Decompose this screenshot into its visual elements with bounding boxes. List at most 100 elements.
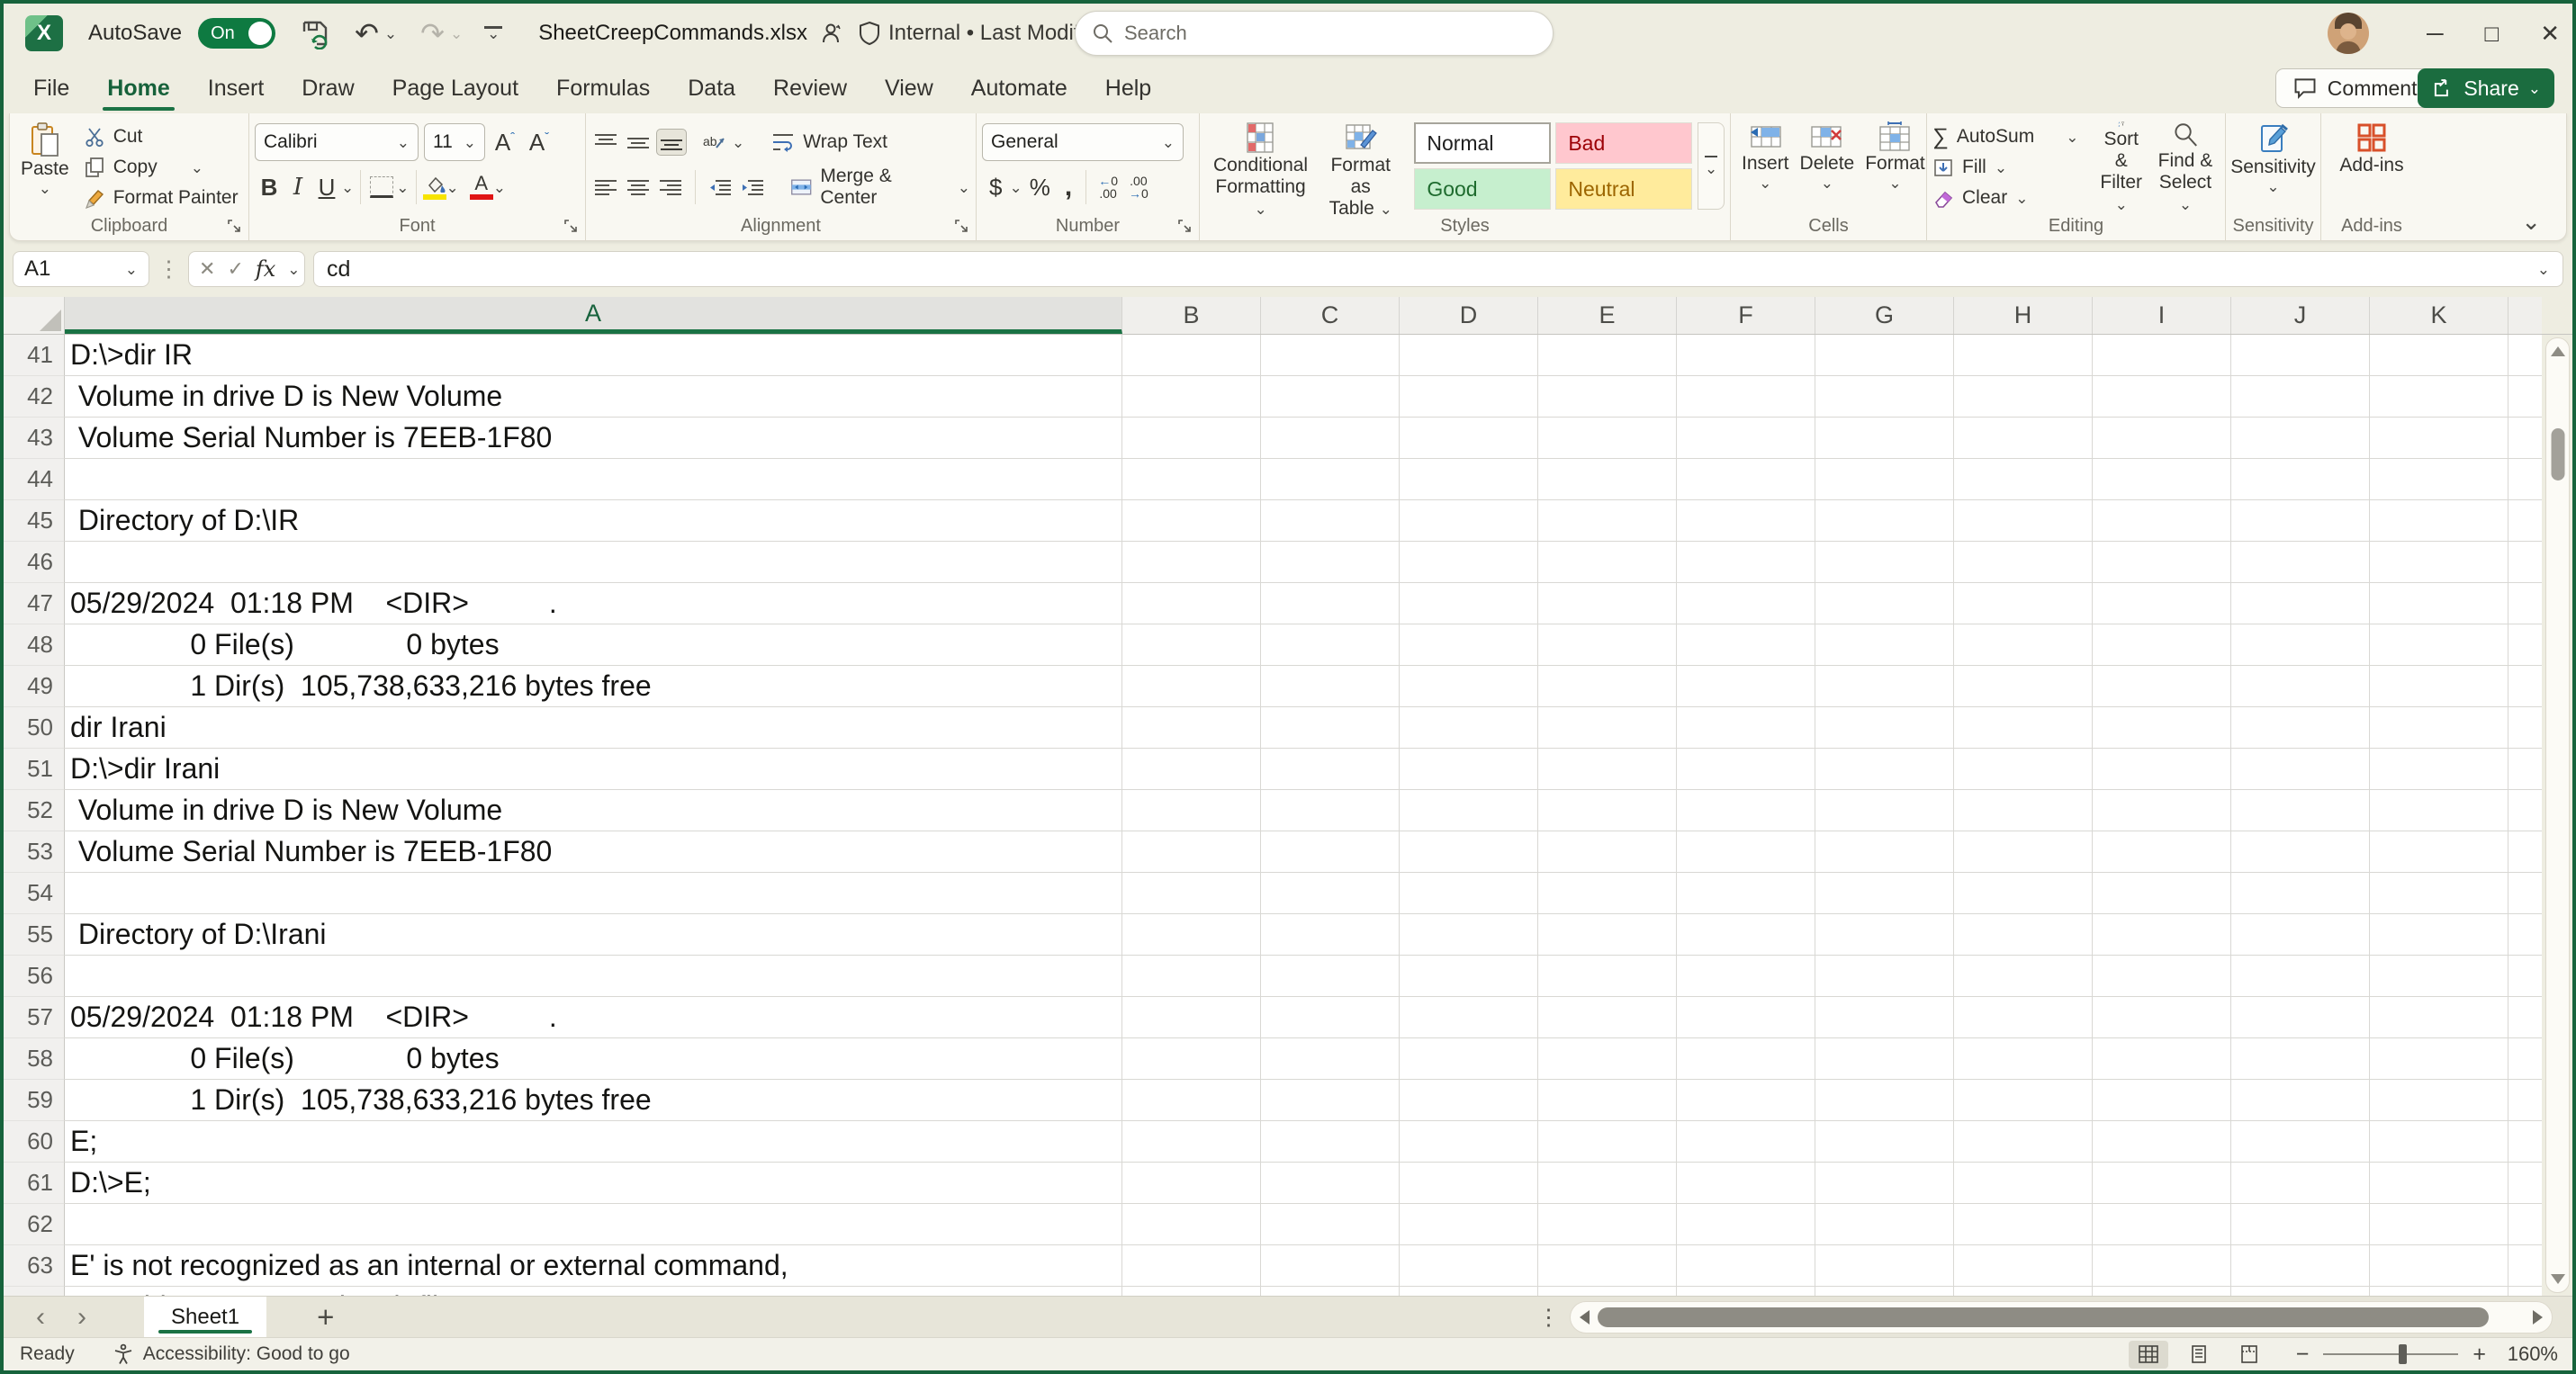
sort-filter-button[interactable]: A Z Sort & Filter ⌄ [2091, 120, 2150, 217]
cell-A64[interactable]: operable program or batch file. [65, 1287, 1122, 1296]
scrollbar-drag-handle[interactable]: ⋮ [1537, 1304, 1560, 1331]
number-dialog-launcher-icon[interactable] [1177, 219, 1193, 234]
align-right-icon[interactable] [656, 175, 685, 200]
zoom-out-icon[interactable]: − [2296, 1343, 2310, 1366]
cells-right-of-A[interactable] [1122, 624, 2542, 666]
next-sheet-icon[interactable]: › [77, 1304, 86, 1331]
row-header-50[interactable]: 50 [4, 707, 65, 749]
cells-right-of-A[interactable] [1122, 376, 2542, 418]
cell-A53[interactable]: Volume Serial Number is 7EEB-1F80 [65, 831, 1122, 873]
underline-button[interactable]: U [312, 174, 341, 202]
cell-A51[interactable]: D:\>dir Irani [65, 749, 1122, 790]
cell-A60[interactable]: E; [65, 1121, 1122, 1163]
cells-right-of-A[interactable] [1122, 459, 2542, 500]
cell-style-normal[interactable]: Normal [1414, 122, 1551, 164]
cell-A46[interactable] [65, 542, 1122, 583]
wrap-text-button[interactable]: Wrap Text [771, 127, 887, 157]
maximize-button[interactable]: □ [2484, 22, 2499, 45]
column-header-D[interactable]: D [1400, 297, 1538, 334]
minimize-button[interactable]: ─ [2427, 22, 2443, 45]
row-header-49[interactable]: 49 [4, 666, 65, 707]
sheet-tab-sheet1[interactable]: Sheet1 [144, 1297, 266, 1337]
fill-button[interactable]: Fill ⌄ [1932, 152, 2078, 183]
cells-right-of-A[interactable] [1122, 1287, 2542, 1296]
cells-right-of-A[interactable] [1122, 542, 2542, 583]
cells-right-of-A[interactable] [1122, 1204, 2542, 1245]
formula-input[interactable]: cd ⌄ [313, 251, 2563, 287]
column-header-partial[interactable] [2508, 297, 2542, 334]
share-button[interactable]: Share ⌄ [2418, 68, 2554, 108]
cell-A59[interactable]: 1 Dir(s) 105,738,633,216 bytes free [65, 1080, 1122, 1121]
decrease-indent-icon[interactable] [706, 175, 734, 200]
cell-A45[interactable]: Directory of D:\IR [65, 500, 1122, 542]
cell-A43[interactable]: Volume Serial Number is 7EEB-1F80 [65, 418, 1122, 459]
vertical-scroll-thumb[interactable] [2551, 428, 2564, 480]
align-bottom-icon[interactable] [656, 129, 687, 156]
cells-right-of-A[interactable] [1122, 749, 2542, 790]
expand-formula-bar-icon[interactable]: ⌄ [2537, 262, 2550, 277]
cells-right-of-A[interactable] [1122, 831, 2542, 873]
align-top-icon[interactable] [591, 130, 620, 155]
scroll-right-icon[interactable] [2533, 1310, 2543, 1325]
underline-dropdown-icon[interactable]: ⌄ [341, 180, 354, 195]
undo-button[interactable]: ↶ [355, 19, 379, 48]
addins-button[interactable]: Add-ins [2334, 120, 2409, 217]
tab-data[interactable]: Data [669, 63, 754, 113]
presence-person-icon[interactable] [820, 22, 843, 45]
cells-right-of-A[interactable] [1122, 1245, 2542, 1287]
comma-format-icon[interactable]: , [1065, 172, 1072, 202]
bold-button[interactable]: B [255, 174, 284, 202]
cell-A44[interactable] [65, 459, 1122, 500]
row-header-41[interactable]: 41 [4, 335, 65, 376]
number-format-select[interactable]: General ⌄ [982, 123, 1184, 161]
currency-format-icon[interactable]: $ [989, 174, 1002, 202]
zoom-level[interactable]: 160% [2500, 1343, 2558, 1366]
row-header-48[interactable]: 48 [4, 624, 65, 666]
row-header-57[interactable]: 57 [4, 997, 65, 1038]
cells-right-of-A[interactable] [1122, 997, 2542, 1038]
format-as-table-button[interactable]: Format as Table ⌄ [1316, 120, 1405, 221]
row-header-59[interactable]: 59 [4, 1080, 65, 1121]
fx-dropdown-icon[interactable]: ⌄ [287, 262, 300, 277]
align-middle-icon[interactable] [624, 130, 653, 155]
increase-indent-icon[interactable] [738, 175, 767, 200]
clipboard-dialog-launcher-icon[interactable] [227, 219, 242, 234]
scroll-up-icon[interactable] [2551, 346, 2565, 356]
row-header-43[interactable]: 43 [4, 418, 65, 459]
find-select-button[interactable]: Find & Select ⌄ [2151, 120, 2220, 217]
font-name-select[interactable]: Calibri ⌄ [255, 123, 419, 161]
cell-A48[interactable]: 0 File(s) 0 bytes [65, 624, 1122, 666]
tab-insert[interactable]: Insert [189, 63, 284, 113]
horizontal-scroll-thumb[interactable] [1598, 1307, 2489, 1327]
cell-A50[interactable]: dir Irani [65, 707, 1122, 749]
new-sheet-button[interactable]: + [317, 1302, 334, 1332]
font-color-icon[interactable]: A [470, 175, 493, 200]
redo-button[interactable]: ↷ [420, 19, 445, 48]
tab-file[interactable]: File [14, 63, 88, 113]
cells-right-of-A[interactable] [1122, 1038, 2542, 1080]
row-header-63[interactable]: 63 [4, 1245, 65, 1287]
row-header-52[interactable]: 52 [4, 790, 65, 831]
search-input[interactable]: Search [1075, 11, 1554, 56]
column-header-G[interactable]: G [1815, 297, 1954, 334]
insert-function-icon[interactable]: fx [256, 256, 275, 282]
row-header-54[interactable]: 54 [4, 873, 65, 914]
vertical-scrollbar[interactable] [2542, 335, 2572, 1296]
cells-right-of-A[interactable] [1122, 707, 2542, 749]
paste-button[interactable]: Paste ⌄ [15, 120, 75, 217]
column-header-K[interactable]: K [2370, 297, 2508, 334]
zoom-slider-knob[interactable] [2399, 1344, 2407, 1364]
row-header-55[interactable]: 55 [4, 914, 65, 956]
cells-right-of-A[interactable] [1122, 500, 2542, 542]
collapse-ribbon-icon[interactable]: ⌄ [2521, 210, 2541, 233]
cell-A41[interactable]: D:\>dir IR [65, 335, 1122, 376]
cell-A56[interactable] [65, 956, 1122, 997]
cells-right-of-A[interactable] [1122, 790, 2542, 831]
document-title[interactable]: SheetCreepCommands.xlsx [538, 21, 807, 46]
column-header-C[interactable]: C [1261, 297, 1400, 334]
cells-right-of-A[interactable] [1122, 666, 2542, 707]
row-header-64[interactable]: 64 [4, 1287, 65, 1296]
row-header-53[interactable]: 53 [4, 831, 65, 873]
cells-right-of-A[interactable] [1122, 914, 2542, 956]
cell-A61[interactable]: D:\>E; [65, 1163, 1122, 1204]
